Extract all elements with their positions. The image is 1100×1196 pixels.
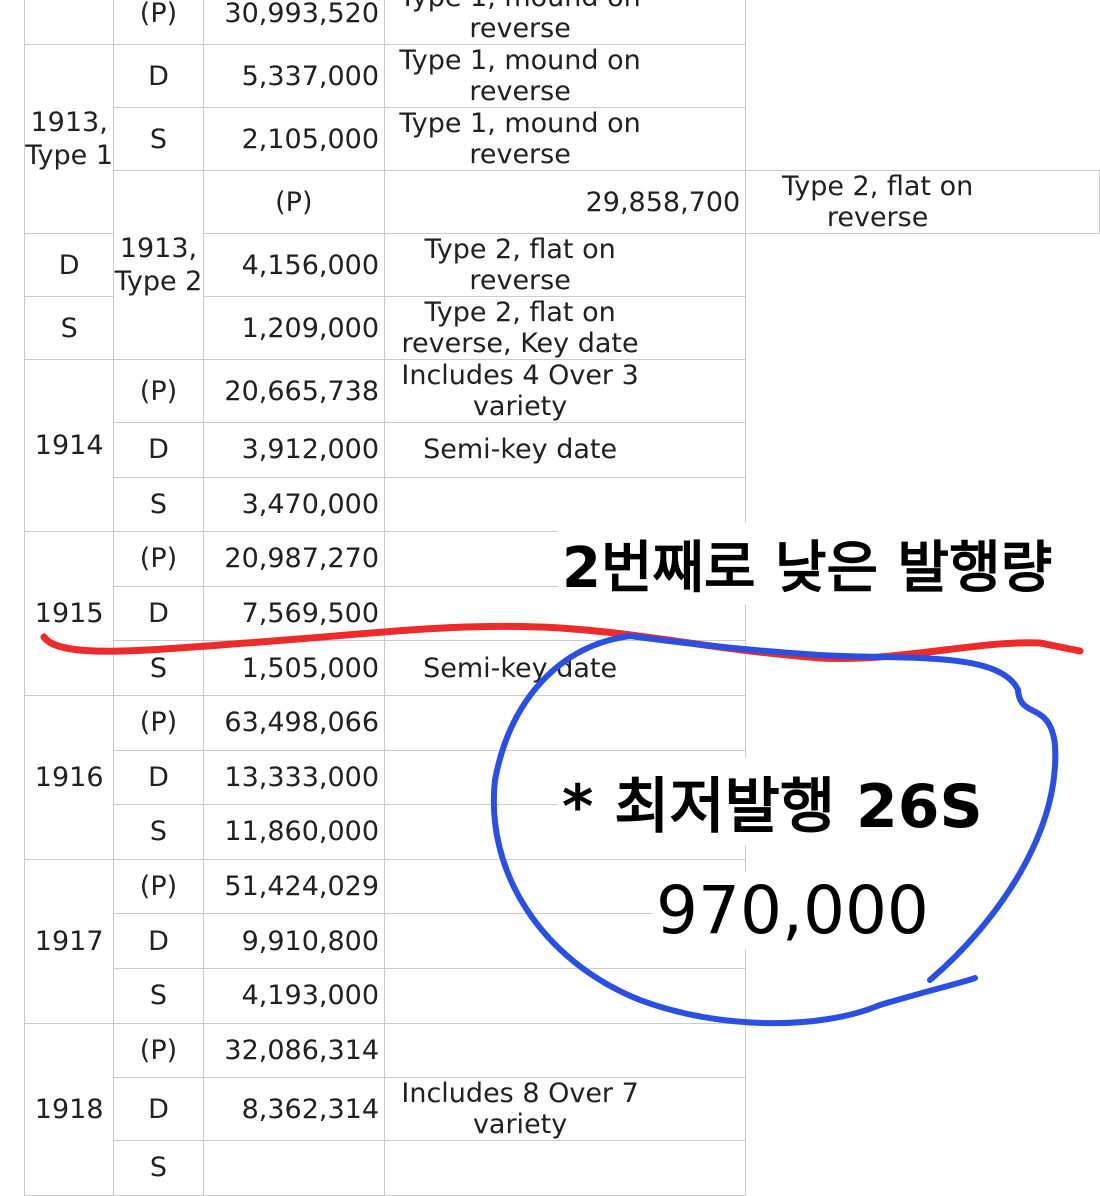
table-row: S xyxy=(25,1140,1100,1196)
lowest-mintage-label: * 최저발행 26S xyxy=(558,758,987,845)
red-underline-stroke xyxy=(40,622,1084,662)
notes-cell xyxy=(383,1140,747,1196)
lowest-mintage-value: 970,000 xyxy=(652,872,933,949)
mint-cell: S xyxy=(113,1140,204,1196)
second-lowest-note: 2번째로 낮은 발행량 xyxy=(558,523,1057,604)
mintage-cell xyxy=(202,1140,386,1196)
